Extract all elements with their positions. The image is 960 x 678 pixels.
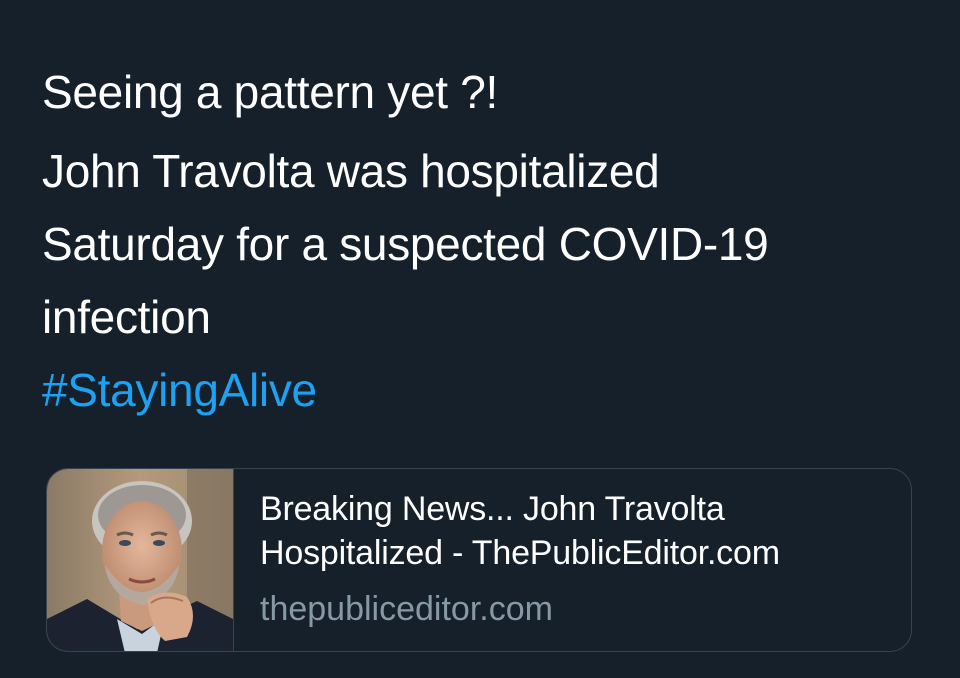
- tweet-line: Seeing a pattern yet ?!: [42, 66, 498, 118]
- tweet-text: Seeing a pattern yet ?! John Travolta wa…: [42, 56, 922, 427]
- link-card-thumbnail: [47, 469, 234, 651]
- tweet-screen: { "tweet": { "line1": "Seeing a pattern …: [0, 0, 960, 678]
- link-card-title: Breaking News... John Travolta Hospitali…: [260, 487, 911, 575]
- tweet-line: Saturday for a suspected COVID-19: [42, 218, 769, 270]
- tweet-line: infection: [42, 291, 211, 343]
- hashtag-link[interactable]: #StayingAlive: [42, 354, 922, 427]
- portrait-photo: [47, 469, 233, 651]
- link-preview-card[interactable]: Breaking News... John Travolta Hospitali…: [46, 468, 912, 652]
- link-card-body: Breaking News... John Travolta Hospitali…: [234, 469, 911, 651]
- tweet-line: John Travolta was hospitalized: [42, 145, 660, 197]
- link-card-title-line: Hospitalized - ThePublicEditor.com: [260, 534, 780, 572]
- link-card-domain: thepubliceditor.com: [260, 590, 553, 628]
- link-card-title-line: Breaking News... John Travolta: [260, 490, 725, 528]
